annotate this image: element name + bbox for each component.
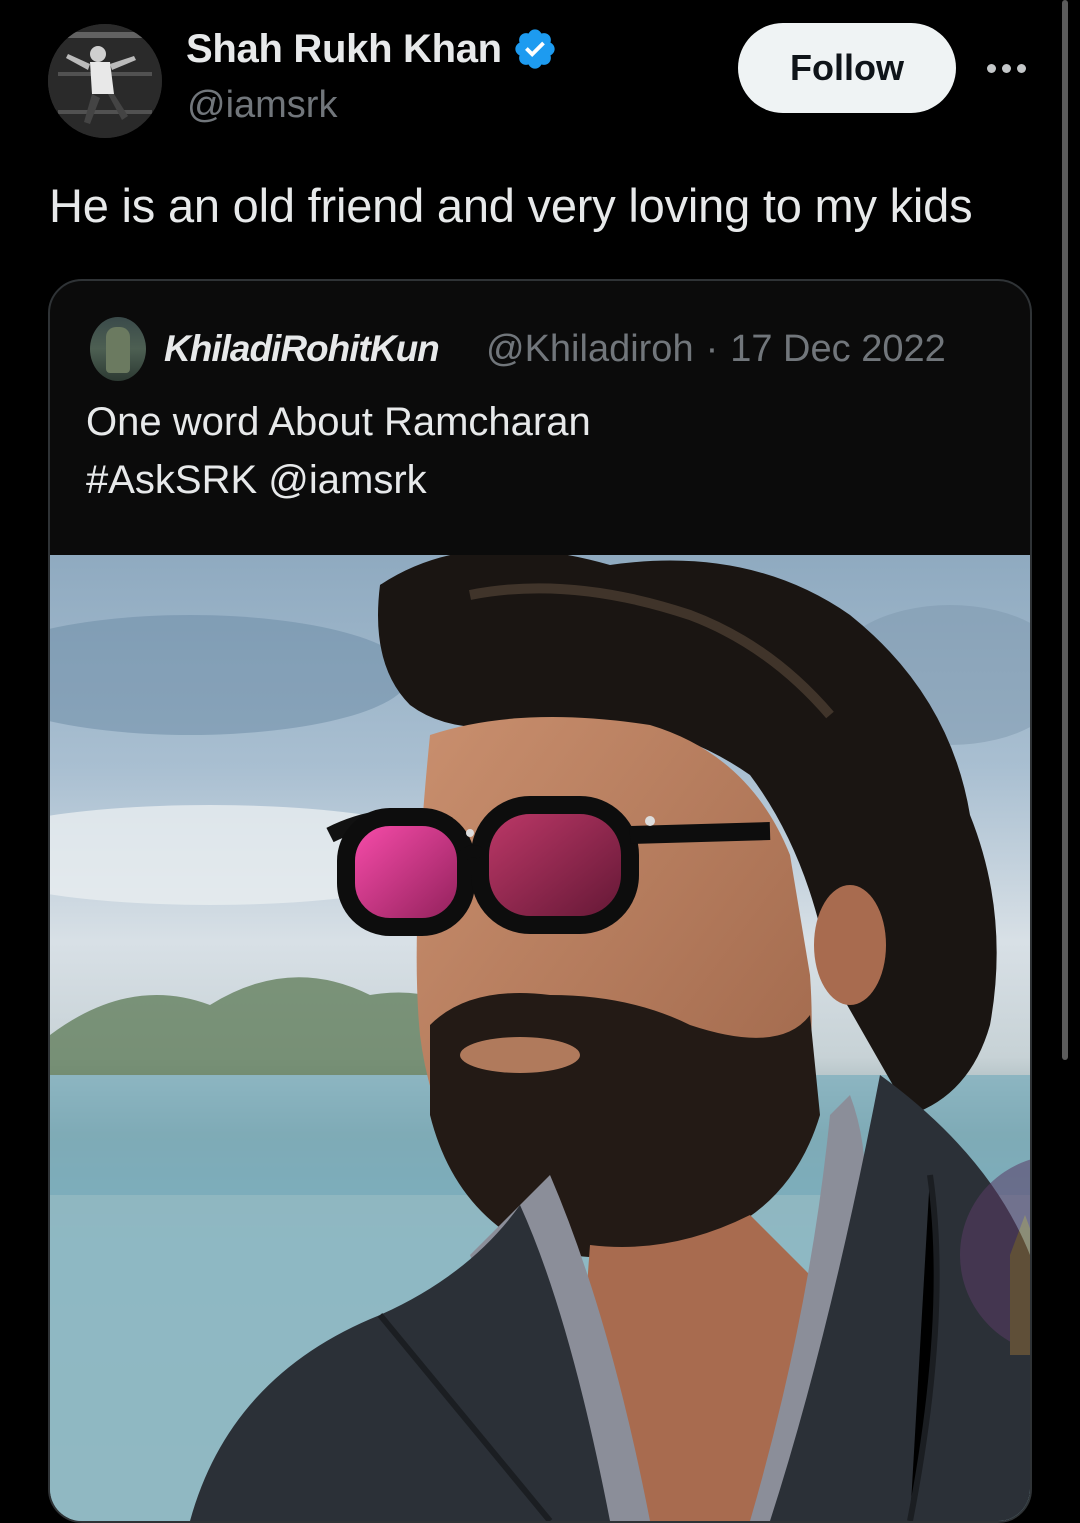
quoted-author-display-name: KhiladiRohitKun (164, 328, 440, 369)
author-handle[interactable]: @iamsrk (187, 84, 337, 127)
follow-button[interactable]: Follow (738, 23, 956, 113)
quoted-tweet-photo[interactable] (50, 555, 1030, 1521)
author-display-name[interactable]: Shah Rukh Khan (186, 27, 502, 72)
quoted-tweet-text-line: One word About Ramcharan (86, 400, 591, 444)
more-horizontal-icon[interactable] (982, 50, 1030, 86)
tweet-text: He is an old friend and very loving to m… (49, 179, 973, 232)
author-avatar[interactable] (48, 24, 162, 138)
quoted-tweet-header: KhiladiRohitKun @Khiladiroh · 17 Dec 202… (90, 317, 946, 381)
quoted-tweet-card[interactable]: KhiladiRohitKun @Khiladiroh · 17 Dec 202… (48, 279, 1032, 1523)
quoted-tweet-text: One word About Ramcharan #AskSRK @iamsrk (86, 393, 591, 509)
tweet-header: Shah Rukh Khan @iamsrk Follow (0, 0, 1060, 160)
quoted-tweet-date: 17 Dec 2022 (730, 327, 946, 370)
scrollbar[interactable] (1062, 0, 1068, 1060)
verified-badge-icon (512, 26, 558, 72)
quoted-tweet-text-line: #AskSRK @iamsrk (86, 458, 427, 502)
date-separator: · (705, 327, 719, 370)
quoted-author-handle: @Khiladiroh (486, 327, 694, 370)
quoted-author-avatar (90, 317, 146, 381)
